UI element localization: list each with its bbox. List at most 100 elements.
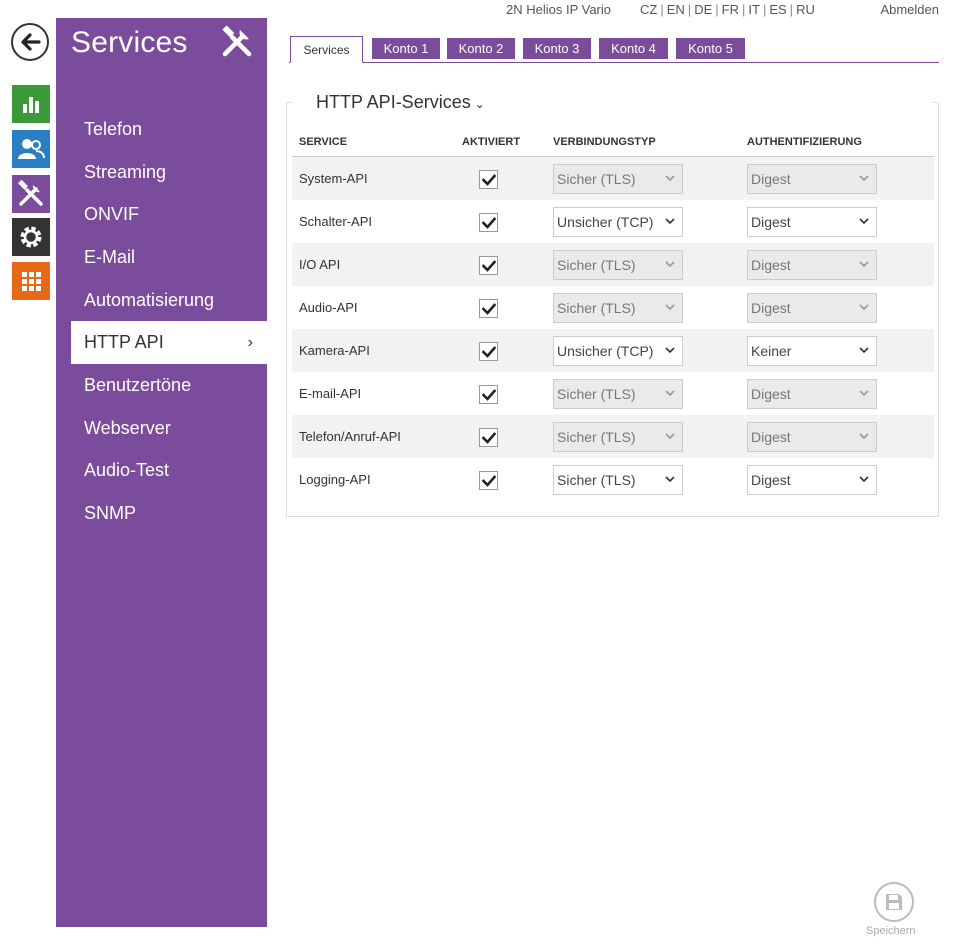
enabled-checkbox[interactable] bbox=[479, 342, 498, 361]
authentication-select: Digest bbox=[747, 379, 877, 409]
tab-konto-3[interactable]: Konto 3 bbox=[523, 38, 591, 59]
table-row: System-API Sicher (TLS) Digest bbox=[292, 157, 934, 200]
lang-ru[interactable]: RU bbox=[796, 2, 815, 17]
col-auth: AUTHENTIFIZIERUNG bbox=[747, 136, 862, 148]
authentication-select[interactable]: Digest bbox=[747, 207, 877, 237]
icon-rail bbox=[0, 0, 56, 947]
connection-type-value: Unsicher (TCP) bbox=[557, 214, 654, 230]
authentication-select[interactable]: Digest bbox=[747, 465, 877, 495]
chevron-down-icon bbox=[665, 175, 675, 182]
grid-apps-icon[interactable] bbox=[12, 262, 50, 300]
service-name: E-mail-API bbox=[299, 386, 362, 401]
section-title-toggle[interactable]: HTTP API-Services ⌄ bbox=[316, 92, 489, 113]
connection-type-select[interactable]: Unsicher (TCP) bbox=[553, 207, 683, 237]
sidebar-item-snmp[interactable]: SNMP bbox=[56, 492, 267, 535]
authentication-value: Digest bbox=[751, 257, 791, 273]
table-row: I/O API Sicher (TLS) Digest bbox=[292, 243, 934, 286]
lang-de[interactable]: DE bbox=[694, 2, 712, 17]
authentication-value: Digest bbox=[751, 214, 791, 230]
sidebar-item-label: SNMP bbox=[84, 503, 137, 524]
enabled-checkbox[interactable] bbox=[479, 385, 498, 404]
service-name: System-API bbox=[299, 171, 368, 186]
tab-konto-4[interactable]: Konto 4 bbox=[599, 38, 668, 59]
sidebar-item-email[interactable]: E-Mail bbox=[56, 236, 267, 279]
lang-en[interactable]: EN bbox=[667, 2, 685, 17]
chevron-down-icon bbox=[665, 390, 675, 397]
sidebar-item-label: Webserver bbox=[84, 417, 171, 438]
status-chart-icon[interactable] bbox=[12, 85, 50, 123]
connection-type-select: Sicher (TLS) bbox=[553, 379, 683, 409]
enabled-checkbox[interactable] bbox=[479, 213, 498, 232]
table-row: Logging-API Sicher (TLS) Digest bbox=[292, 458, 934, 501]
lang-cz[interactable]: CZ bbox=[640, 2, 657, 17]
sidebar-item-streaming[interactable]: Streaming bbox=[56, 151, 267, 194]
tab-bar: Services Konto 1 Konto 2 Konto 3 Konto 4… bbox=[289, 36, 939, 63]
sidebar-item-telefon[interactable]: Telefon bbox=[56, 108, 267, 151]
language-switcher: CZ | EN | DE | FR | IT | ES | RU bbox=[640, 2, 815, 17]
sidebar-item-audio-test[interactable]: Audio-Test bbox=[56, 450, 267, 493]
authentication-select[interactable]: Keiner bbox=[747, 336, 877, 366]
connection-type-value: Sicher (TLS) bbox=[557, 429, 636, 445]
sidebar-menu: Telefon Streaming ONVIF E-Mail Automatis… bbox=[56, 108, 267, 535]
service-name: Kamera-API bbox=[299, 343, 370, 358]
chevron-down-icon bbox=[665, 304, 675, 311]
table-row: Telefon/Anruf-API Sicher (TLS) Digest bbox=[292, 415, 934, 458]
enabled-checkbox[interactable] bbox=[479, 170, 498, 189]
sidebar-item-label: Benutzertöne bbox=[84, 374, 192, 395]
service-name: Logging-API bbox=[299, 472, 371, 487]
authentication-select: Digest bbox=[747, 422, 877, 452]
table-row: Audio-API Sicher (TLS) Digest bbox=[292, 286, 934, 329]
sidebar-item-label: ONVIF bbox=[84, 204, 140, 225]
sidebar-title: Services bbox=[71, 26, 188, 59]
sidebar-item-automatisierung[interactable]: Automatisierung bbox=[56, 279, 267, 322]
tab-konto-5[interactable]: Konto 5 bbox=[676, 38, 745, 59]
chevron-down-icon bbox=[859, 390, 869, 397]
connection-type-select[interactable]: Unsicher (TCP) bbox=[553, 336, 683, 366]
services-tools-icon[interactable] bbox=[12, 175, 50, 213]
chevron-down-icon bbox=[665, 476, 675, 483]
tab-konto-1[interactable]: Konto 1 bbox=[372, 38, 440, 59]
authentication-select: Digest bbox=[747, 164, 877, 194]
authentication-select: Digest bbox=[747, 293, 877, 323]
sidebar-item-http-api[interactable]: HTTP API › bbox=[71, 321, 267, 365]
enabled-checkbox[interactable] bbox=[479, 471, 498, 490]
chevron-down-icon bbox=[859, 218, 869, 225]
enabled-checkbox[interactable] bbox=[479, 256, 498, 275]
authentication-value: Keiner bbox=[751, 343, 792, 359]
back-arrow-icon[interactable] bbox=[11, 23, 49, 61]
table-row: Kamera-API Unsicher (TCP) Keiner bbox=[292, 329, 934, 372]
sidebar-item-webserver[interactable]: Webserver bbox=[56, 407, 267, 450]
lang-it[interactable]: IT bbox=[748, 2, 760, 17]
chevron-down-icon bbox=[859, 175, 869, 182]
lang-fr[interactable]: FR bbox=[722, 2, 739, 17]
table-row: E-mail-API Sicher (TLS) Digest bbox=[292, 372, 934, 415]
col-enabled: AKTIVIERT bbox=[462, 136, 521, 148]
chevron-down-icon bbox=[859, 347, 869, 354]
authentication-value: Digest bbox=[751, 386, 791, 402]
logout-link[interactable]: Abmelden bbox=[880, 2, 939, 17]
chevron-down-icon bbox=[665, 261, 675, 268]
connection-type-select[interactable]: Sicher (TLS) bbox=[553, 465, 683, 495]
system-gear-icon[interactable] bbox=[12, 218, 50, 256]
enabled-checkbox[interactable] bbox=[479, 299, 498, 318]
connection-type-value: Sicher (TLS) bbox=[557, 472, 636, 488]
connection-type-value: Unsicher (TCP) bbox=[557, 343, 654, 359]
connection-type-select: Sicher (TLS) bbox=[553, 422, 683, 452]
save-button[interactable] bbox=[874, 882, 914, 922]
tools-icon bbox=[219, 24, 255, 60]
section-title: HTTP API-Services bbox=[316, 92, 471, 112]
table-row: Schalter-API Unsicher (TCP) Digest bbox=[292, 200, 934, 243]
sidebar-item-label: Streaming bbox=[84, 161, 167, 182]
enabled-checkbox[interactable] bbox=[479, 428, 498, 447]
tab-services[interactable]: Services bbox=[290, 36, 363, 63]
services-sidebar: Services Telefon Streaming ONVIF E-Mail … bbox=[56, 18, 267, 927]
product-name: 2N Helios IP Vario bbox=[506, 2, 612, 17]
save-label: Speichern bbox=[866, 925, 916, 937]
lang-es[interactable]: ES bbox=[769, 2, 786, 17]
directory-users-icon[interactable] bbox=[12, 130, 50, 168]
sidebar-item-onvif[interactable]: ONVIF bbox=[56, 193, 267, 236]
service-name: Audio-API bbox=[299, 300, 358, 315]
tab-konto-2[interactable]: Konto 2 bbox=[447, 38, 515, 59]
sidebar-item-benutzertoene[interactable]: Benutzertöne bbox=[56, 364, 267, 407]
col-service: SERVICE bbox=[299, 136, 348, 148]
